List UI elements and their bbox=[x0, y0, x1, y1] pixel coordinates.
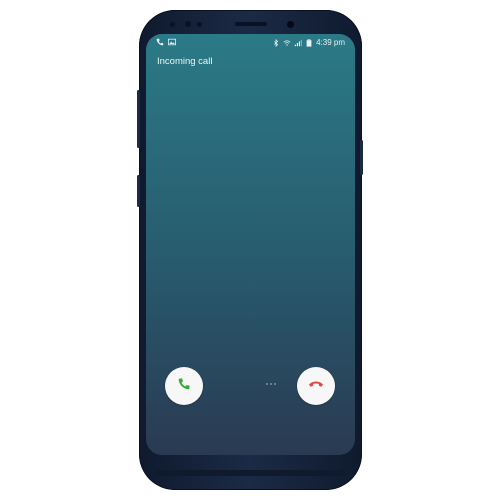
phone-decline-icon bbox=[308, 377, 324, 395]
bottom-bezel bbox=[156, 470, 346, 476]
status-time: 4:39 pm bbox=[316, 38, 345, 47]
wifi-icon bbox=[283, 39, 291, 47]
swipe-hint bbox=[266, 383, 276, 385]
image-icon bbox=[168, 38, 176, 46]
battery-icon bbox=[305, 38, 313, 47]
status-right-icons: 4:39 pm bbox=[272, 38, 345, 47]
phone-icon bbox=[156, 38, 164, 46]
bixby-button bbox=[137, 175, 140, 207]
proximity-sensor bbox=[170, 22, 175, 27]
bluetooth-icon bbox=[272, 38, 280, 47]
phone-screen: 4:39 pm Incoming call bbox=[146, 34, 355, 455]
decline-call-button[interactable] bbox=[297, 367, 335, 405]
earpiece-speaker bbox=[235, 22, 267, 26]
status-bar: 4:39 pm bbox=[146, 34, 355, 50]
front-camera bbox=[287, 21, 294, 28]
incoming-call-label: Incoming call bbox=[157, 56, 213, 67]
status-left-icons bbox=[156, 38, 176, 46]
phone-answer-icon bbox=[177, 377, 191, 396]
iris-sensor bbox=[185, 21, 191, 27]
power-button bbox=[360, 140, 363, 175]
volume-button bbox=[137, 90, 140, 148]
light-sensor bbox=[197, 22, 202, 27]
answer-call-button[interactable] bbox=[165, 367, 203, 405]
signal-icon bbox=[294, 39, 302, 47]
